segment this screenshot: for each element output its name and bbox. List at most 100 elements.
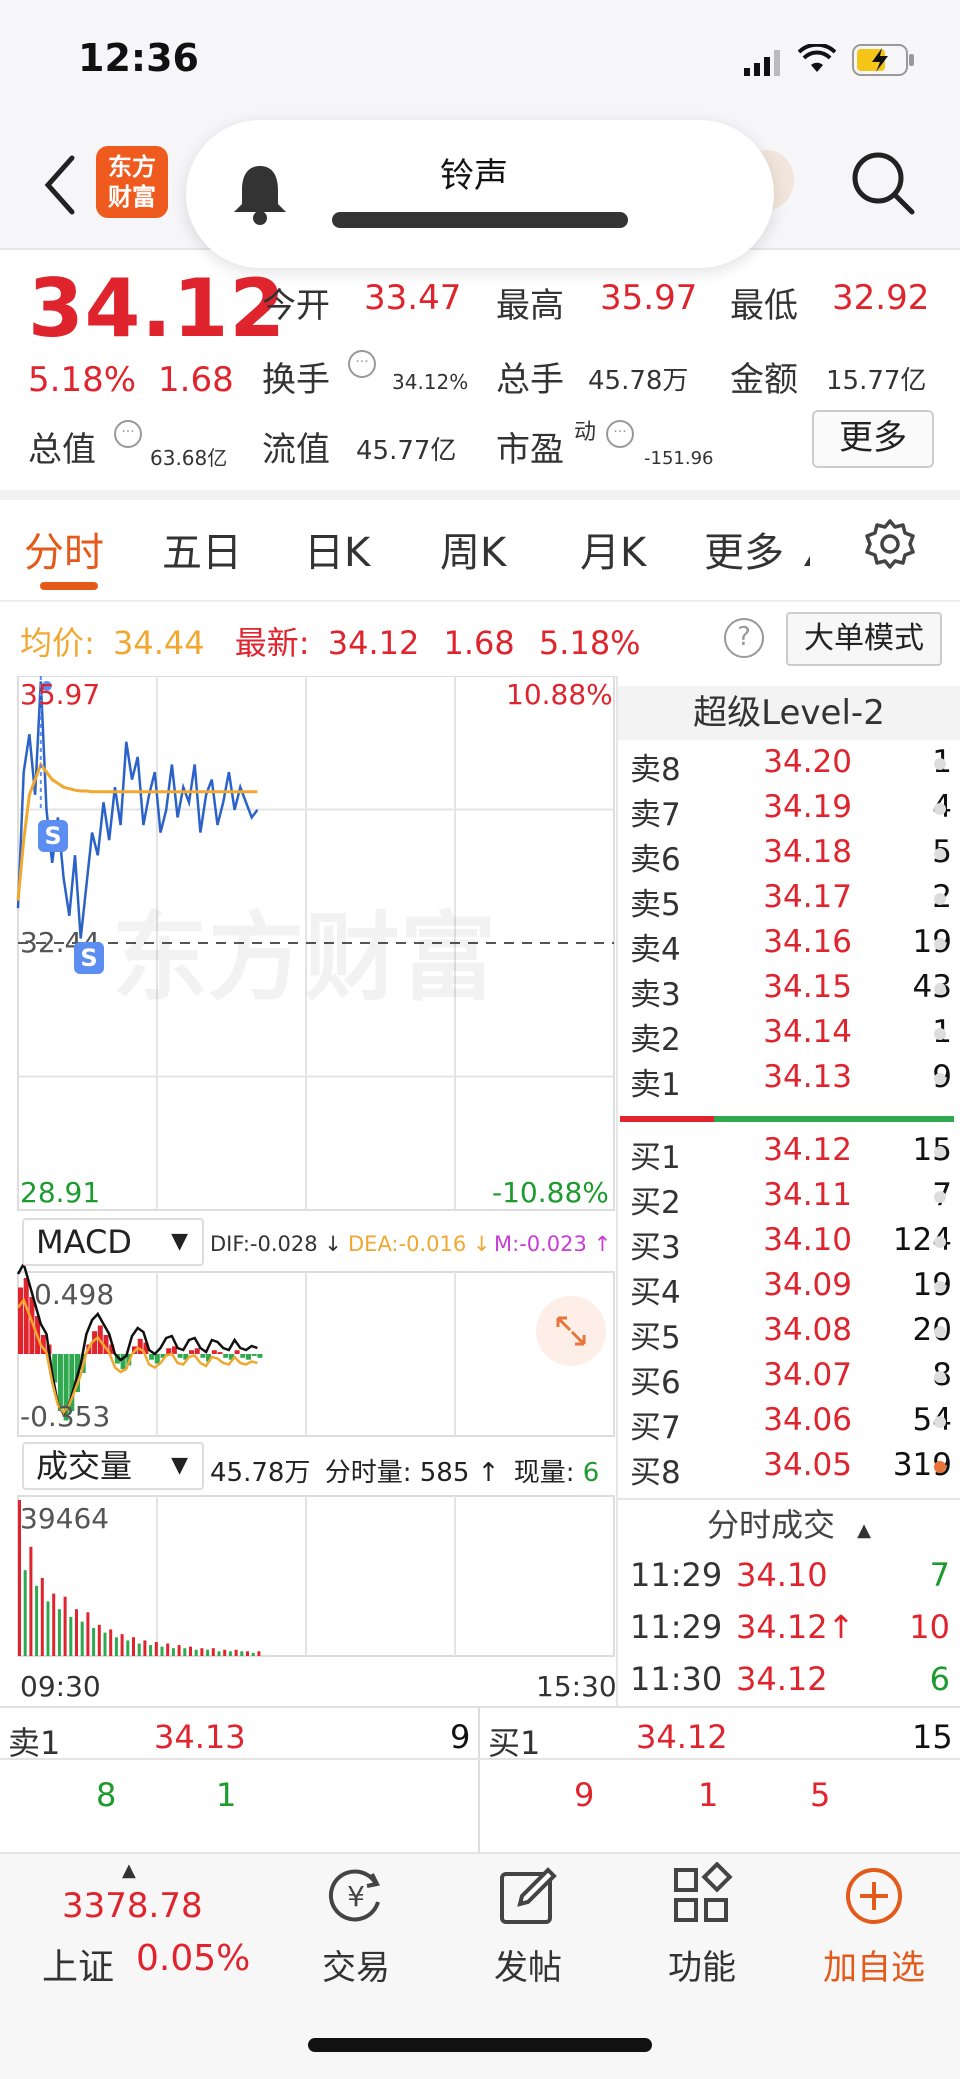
ask-row[interactable]: 卖234.141 (630, 1014, 960, 1058)
buy1-price: 34.12 (636, 1718, 728, 1756)
macd-select[interactable]: MACD ▼ (22, 1218, 204, 1266)
macd-bar (240, 1354, 246, 1358)
question-icon[interactable]: ? (724, 618, 764, 658)
triangle-up-icon: ▲ (122, 1860, 136, 1881)
nav-add-watchlist[interactable]: 加自选 (804, 1862, 944, 1989)
ask-row[interactable]: 卖734.194 (630, 789, 960, 833)
ask-row[interactable]: 卖3 34.15 43 (630, 969, 960, 1013)
tab-weekly-k[interactable]: 周K (440, 520, 506, 578)
avg-label: 均价: (20, 624, 95, 662)
dot-icon (934, 1028, 946, 1040)
bid-row[interactable]: 买5 34.08 20 (630, 1312, 960, 1356)
volume-bar (217, 1651, 221, 1656)
ringtone-volume-bar[interactable] (332, 212, 628, 228)
low-label: 最低 (730, 286, 798, 326)
big-order-mode-button[interactable]: 大单模式 (786, 612, 942, 666)
ask-row[interactable]: 卖834.201 (630, 744, 960, 788)
macd-bar (23, 1278, 29, 1354)
bid-row[interactable]: 买8 34.05 319 (630, 1447, 960, 1491)
logo-line2: 财富 (108, 183, 156, 211)
nav-features[interactable]: 功能 (632, 1861, 772, 1989)
tick-price: 34.10 (736, 1556, 828, 1594)
tab-more[interactable]: 更多 (704, 520, 784, 578)
search-button[interactable] (850, 150, 916, 220)
tick-price: 34.12↑ (736, 1608, 855, 1646)
chart-high-label: 35.97 (20, 678, 101, 711)
bid-price: 34.09 (763, 1267, 852, 1303)
volume-bar (132, 1637, 135, 1656)
time-end-label: 15:30 (536, 1670, 617, 1703)
tick-vol: 10 (909, 1608, 950, 1646)
app-logo[interactable]: 东方 财富 (96, 146, 168, 218)
expand-icon (556, 1316, 586, 1346)
ask-row[interactable]: 卖634.185 (630, 834, 960, 878)
back-button[interactable] (40, 150, 80, 220)
macd-bar (149, 1354, 155, 1360)
macd-dea: DEA:-0.016 ↓ (348, 1232, 491, 1256)
dot-icon (934, 1191, 946, 1203)
macd-bar (177, 1354, 183, 1358)
bid-price: 34.07 (763, 1357, 852, 1393)
tab-monthly-k[interactable]: 月K (580, 520, 646, 578)
bid-price: 34.08 (763, 1312, 852, 1348)
macd-bar (251, 1354, 257, 1356)
bid-row[interactable]: 买3 34.10 124 (630, 1222, 960, 1266)
change-pct: 5.18% (28, 360, 137, 400)
ask-row[interactable]: 卖134.139 (630, 1059, 960, 1103)
level2-title[interactable]: 超级Level-2 (618, 686, 960, 740)
tick-row: 11:29 34.10 7 (630, 1556, 950, 1606)
tick-vol: 6 (929, 1660, 950, 1698)
tick-title[interactable]: 分时成交 ▲ (618, 1500, 960, 1550)
index-value: 3378.78 (62, 1886, 203, 1926)
svg-text:¥: ¥ (347, 1880, 365, 1913)
volume-tick: 585 ↑ (419, 1458, 500, 1488)
dot-icon (934, 1326, 946, 1338)
high-label: 最高 (496, 286, 564, 326)
buy1-label: 买1 (488, 1724, 541, 1762)
nav-trade[interactable]: ¥ 交易 (286, 1862, 426, 1989)
dot-icon (934, 848, 946, 860)
ask-row[interactable]: 卖4 34.16 19 (630, 924, 960, 968)
info-dots-icon[interactable]: ··· (114, 420, 142, 448)
ask-price: 34.18 (763, 834, 852, 870)
buy1-vol: 15 (912, 1718, 953, 1756)
tab-five-day[interactable]: 五日 (162, 520, 242, 578)
bid-row[interactable]: 买4 34.09 19 (630, 1267, 960, 1311)
volume-select[interactable]: 成交量 ▼ (22, 1442, 204, 1490)
index-widget[interactable]: ▲ 3378.78 上证 0.05% (30, 1856, 260, 1988)
edit-icon (500, 1867, 557, 1924)
bid-row[interactable]: 买1 34.12 15 (630, 1132, 960, 1176)
sell-marker[interactable]: S (38, 820, 68, 852)
tab-intraday[interactable]: 分时 (24, 520, 104, 578)
dot-icon (934, 1146, 946, 1158)
latest-change: 1.68 (443, 624, 515, 662)
tick-row: 11:29 34.12↑ 10 (630, 1608, 950, 1658)
bid-row[interactable]: 买234.117 (630, 1177, 960, 1221)
nav-post[interactable]: 发帖 (458, 1862, 598, 1989)
ask-side: 卖2 (630, 1022, 681, 1058)
bid-row[interactable]: 买634.078 (630, 1357, 960, 1401)
tab-daily-k[interactable]: 日K (304, 520, 370, 578)
volume-bar (46, 1601, 50, 1656)
tick-time: 11:29 (630, 1556, 723, 1594)
sell-marker[interactable]: S (74, 942, 104, 974)
caret-down-icon: ▼ (171, 1453, 188, 1478)
expand-button[interactable] (536, 1296, 606, 1366)
volume-label: 总手 (496, 360, 564, 400)
info-dots-icon[interactable]: ··· (606, 420, 634, 448)
bid-row[interactable]: 买7 34.06 54 (630, 1402, 960, 1446)
settings-button[interactable] (864, 518, 916, 574)
ask-side: 卖4 (630, 932, 681, 968)
more-quote-button[interactable]: 更多 (812, 410, 934, 468)
volume-bar (35, 1585, 39, 1656)
queue-divider (478, 1706, 480, 1852)
macd-bar (200, 1354, 206, 1358)
avg-price-row: 均价: 34.44 最新: 34.12 1.68 5.18% (20, 618, 641, 664)
ask-row[interactable]: 卖534.172 (630, 879, 960, 923)
info-dots-icon[interactable]: ··· (348, 350, 376, 378)
bid-price: 34.10 (763, 1222, 852, 1258)
macd-bar (189, 1350, 194, 1354)
latest-label: 最新: (234, 624, 310, 662)
latest-change-pct: 5.18% (538, 624, 641, 662)
macd-max-label: 0.498 (34, 1278, 115, 1311)
